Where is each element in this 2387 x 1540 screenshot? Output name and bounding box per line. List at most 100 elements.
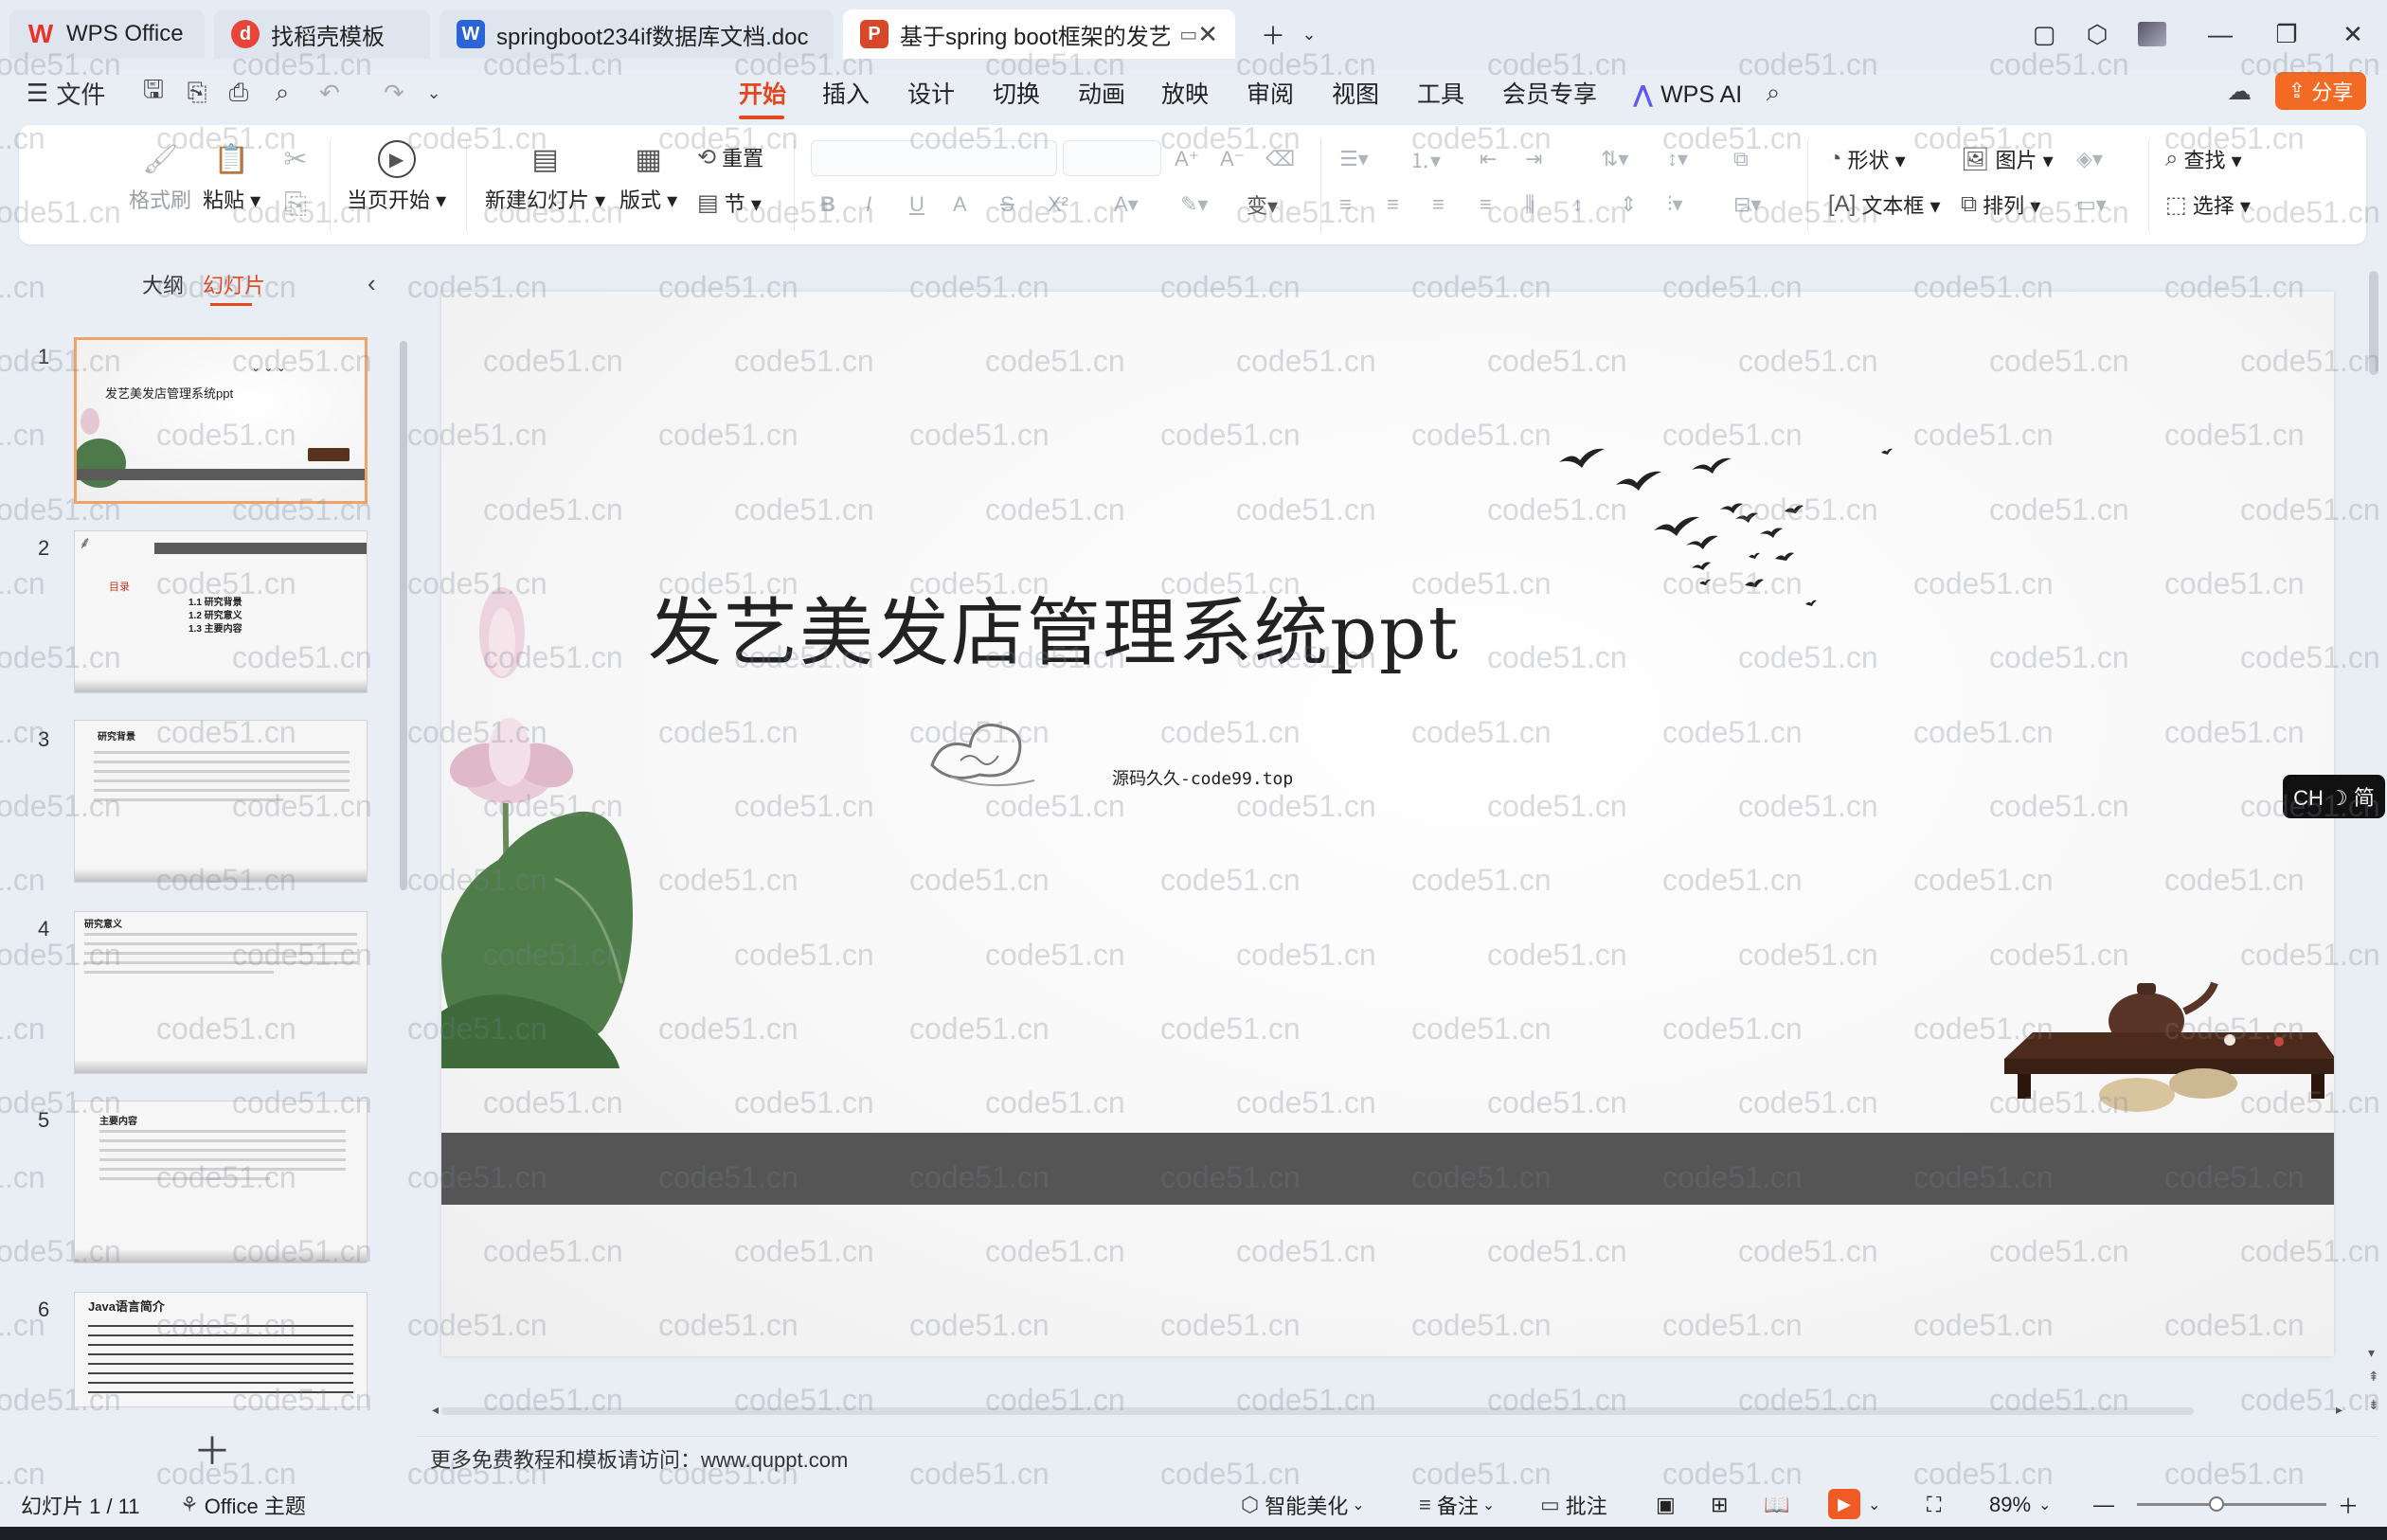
slide-thumbnail-2[interactable]: ⸙ 目录 1.1 研究背景 1.2 研究意义 1.3 主要内容: [74, 530, 368, 693]
search-icon[interactable]: ⌕: [1756, 76, 1790, 110]
new-slide-button[interactable]: ▤ 新建幻灯片 ▾: [485, 140, 605, 214]
section-button[interactable]: ▤ 节 ▾: [697, 186, 762, 220]
align-left-icon[interactable]: ≡: [1339, 188, 1352, 222]
tab-list-chevron-icon[interactable]: ⌄: [1286, 13, 1332, 55]
normal-view-icon[interactable]: ▣: [1656, 1491, 1676, 1519]
align-center-icon[interactable]: ≡: [1387, 188, 1399, 222]
sort-icon[interactable]: ↕▾: [1667, 142, 1688, 176]
numbering-icon[interactable]: ⒈▾: [1409, 142, 1441, 176]
smart-beautify-button[interactable]: ⬡ 智能美化 ⌄: [1241, 1491, 1365, 1519]
cube-icon[interactable]: ⬡: [2074, 13, 2120, 55]
bullets-icon[interactable]: ☰▾: [1339, 142, 1369, 176]
file-menu[interactable]: ☰ 文件: [27, 76, 105, 111]
menu-design[interactable]: 设计: [907, 78, 955, 112]
find-button[interactable]: ⌕ 查找 ▾: [2165, 142, 2242, 176]
tab-doc[interactable]: W springboot234if数据库文档.doc: [440, 9, 834, 59]
shadow-text-icon[interactable]: A: [953, 188, 967, 222]
bold-icon[interactable]: B: [820, 188, 835, 222]
play-from-current-button[interactable]: ▶ 当页开始 ▾: [347, 140, 446, 214]
justify-icon[interactable]: ≡: [1480, 188, 1492, 222]
theme-indicator[interactable]: ⚘ Office 主题: [180, 1491, 306, 1519]
scroll-down-icon[interactable]: ▾: [2368, 1345, 2375, 1361]
window-layout-icon[interactable]: ▢: [2021, 13, 2067, 55]
distribute-icon[interactable]: ⫼: [1525, 188, 1534, 222]
menu-review[interactable]: 审阅: [1247, 78, 1294, 112]
scroll-left-icon[interactable]: ◂: [432, 1402, 439, 1418]
slide-thumbnail-5[interactable]: 主要内容: [74, 1101, 368, 1263]
slide-thumbnail-4[interactable]: 研究意义: [74, 911, 368, 1074]
grow-font-icon[interactable]: A⁺: [1175, 142, 1199, 176]
vertical-scrollbar-thumb[interactable]: [2369, 271, 2378, 375]
convert-smartart-icon[interactable]: ⧉: [1733, 142, 1749, 176]
highlight-icon[interactable]: ✎▾: [1180, 188, 1208, 222]
phonetic-icon[interactable]: 变▾: [1247, 188, 1278, 222]
share-button[interactable]: ⇪ 分享: [2275, 72, 2366, 110]
italic-icon[interactable]: I: [866, 188, 871, 222]
zoom-slider-track[interactable]: [2137, 1503, 2326, 1506]
paste-button[interactable]: 📋 粘贴 ▾: [203, 140, 260, 214]
minimize-icon[interactable]: —: [2198, 13, 2243, 55]
export-icon[interactable]: ⎘: [180, 76, 214, 110]
reading-view-icon[interactable]: 📖: [1764, 1491, 1789, 1519]
outline-icon[interactable]: ▭▾: [2076, 188, 2107, 222]
fit-window-icon[interactable]: ⛶: [1927, 1491, 1941, 1519]
prev-slide-icon[interactable]: ⇞: [2368, 1370, 2379, 1383]
menu-tools[interactable]: 工具: [1417, 78, 1464, 112]
grid-view-icon[interactable]: ⊞: [1711, 1491, 1728, 1519]
menu-view[interactable]: 视图: [1332, 78, 1379, 112]
vertical-align-icon[interactable]: ⊟▾: [1733, 188, 1761, 222]
close-tab-icon[interactable]: ✕: [1197, 20, 1218, 49]
ime-indicator[interactable]: CH ☽ 简: [2283, 775, 2385, 818]
shape-button[interactable]: ◔ 形状 ▾: [1828, 142, 1906, 176]
cut-button[interactable]: ✂: [277, 140, 314, 184]
menu-insert[interactable]: 插入: [822, 78, 870, 112]
line-spacing-icon[interactable]: ↕: [1572, 188, 1583, 222]
columns-icon[interactable]: ⫶▾: [1667, 188, 1683, 222]
slide-thumbnail-6[interactable]: Java语言简介: [74, 1292, 368, 1407]
superscript-icon[interactable]: X²: [1048, 188, 1068, 222]
font-size-select[interactable]: [1063, 140, 1161, 176]
arrange-button[interactable]: ⧉ 排列 ▾: [1961, 188, 2040, 222]
save-icon[interactable]: 🖫: [136, 75, 170, 110]
menu-slideshow[interactable]: 放映: [1161, 78, 1209, 112]
print-preview-icon[interactable]: ⌕: [265, 76, 299, 110]
slide-title[interactable]: 发艺美发店管理系统ppt: [648, 574, 1460, 680]
format-painter-button[interactable]: 🖌 格式刷: [129, 140, 191, 214]
tab-wps-office[interactable]: W WPS Office: [9, 9, 205, 59]
notes-text[interactable]: 更多免费教程和模板请访问：www.quppt.com: [430, 1443, 848, 1474]
avatar[interactable]: [2129, 13, 2175, 55]
zoom-slider-handle[interactable]: [2209, 1496, 2224, 1512]
tab-slides[interactable]: 幻灯片: [203, 271, 265, 301]
slide-thumbnail-3[interactable]: 研究背景: [74, 720, 368, 883]
scroll-right-icon[interactable]: ▸: [2336, 1402, 2342, 1418]
tab-docer[interactable]: d 找稻壳模板: [214, 9, 430, 59]
tab-outline[interactable]: 大纲: [142, 271, 184, 301]
font-family-select[interactable]: [811, 140, 1057, 176]
picture-button[interactable]: 🖼 图片 ▾: [1961, 142, 2054, 176]
shrink-font-icon[interactable]: A⁻: [1220, 142, 1245, 176]
slides-pane-scrollbar[interactable]: [400, 341, 407, 890]
strikethrough-icon[interactable]: S: [1000, 188, 1014, 222]
print-icon[interactable]: ⎙: [222, 76, 256, 110]
layout-button[interactable]: ▦ 版式 ▾: [619, 140, 677, 214]
decrease-indent-icon[interactable]: ⇤: [1480, 142, 1497, 176]
menu-animation[interactable]: 动画: [1078, 78, 1125, 112]
more-chevron-icon[interactable]: ⌄: [417, 76, 451, 110]
collapse-pane-icon[interactable]: ‹: [368, 269, 376, 298]
slide-subtitle[interactable]: 源码久久-code99.top: [1112, 765, 1293, 790]
comments-button[interactable]: ▭ 批注: [1540, 1491, 1607, 1519]
increase-indent-icon[interactable]: ⇥: [1525, 142, 1542, 176]
fill-color-icon[interactable]: ◈▾: [2076, 142, 2103, 176]
tab-ppt[interactable]: P 基于spring boot框架的发艺 ▭ ✕: [843, 9, 1235, 59]
notes-toggle-button[interactable]: ≡ 备注 ⌄: [1419, 1491, 1495, 1519]
underline-icon[interactable]: U: [909, 188, 924, 222]
font-color-icon[interactable]: A▾: [1114, 188, 1139, 222]
menu-transition[interactable]: 切换: [993, 78, 1040, 112]
restore-icon[interactable]: ❐: [2264, 13, 2309, 55]
menu-home[interactable]: 开始: [739, 78, 786, 112]
menu-wps-ai[interactable]: ⋀ WPS AI: [1633, 78, 1742, 112]
slide-thumbnail-1[interactable]: 发艺美发店管理系统ppt ⌄ ⌄ ⌄: [74, 337, 368, 504]
next-slide-icon[interactable]: ⇟: [2368, 1398, 2379, 1411]
undo-icon[interactable]: ↶: [313, 76, 347, 110]
menu-member[interactable]: 会员专享: [1502, 78, 1597, 112]
